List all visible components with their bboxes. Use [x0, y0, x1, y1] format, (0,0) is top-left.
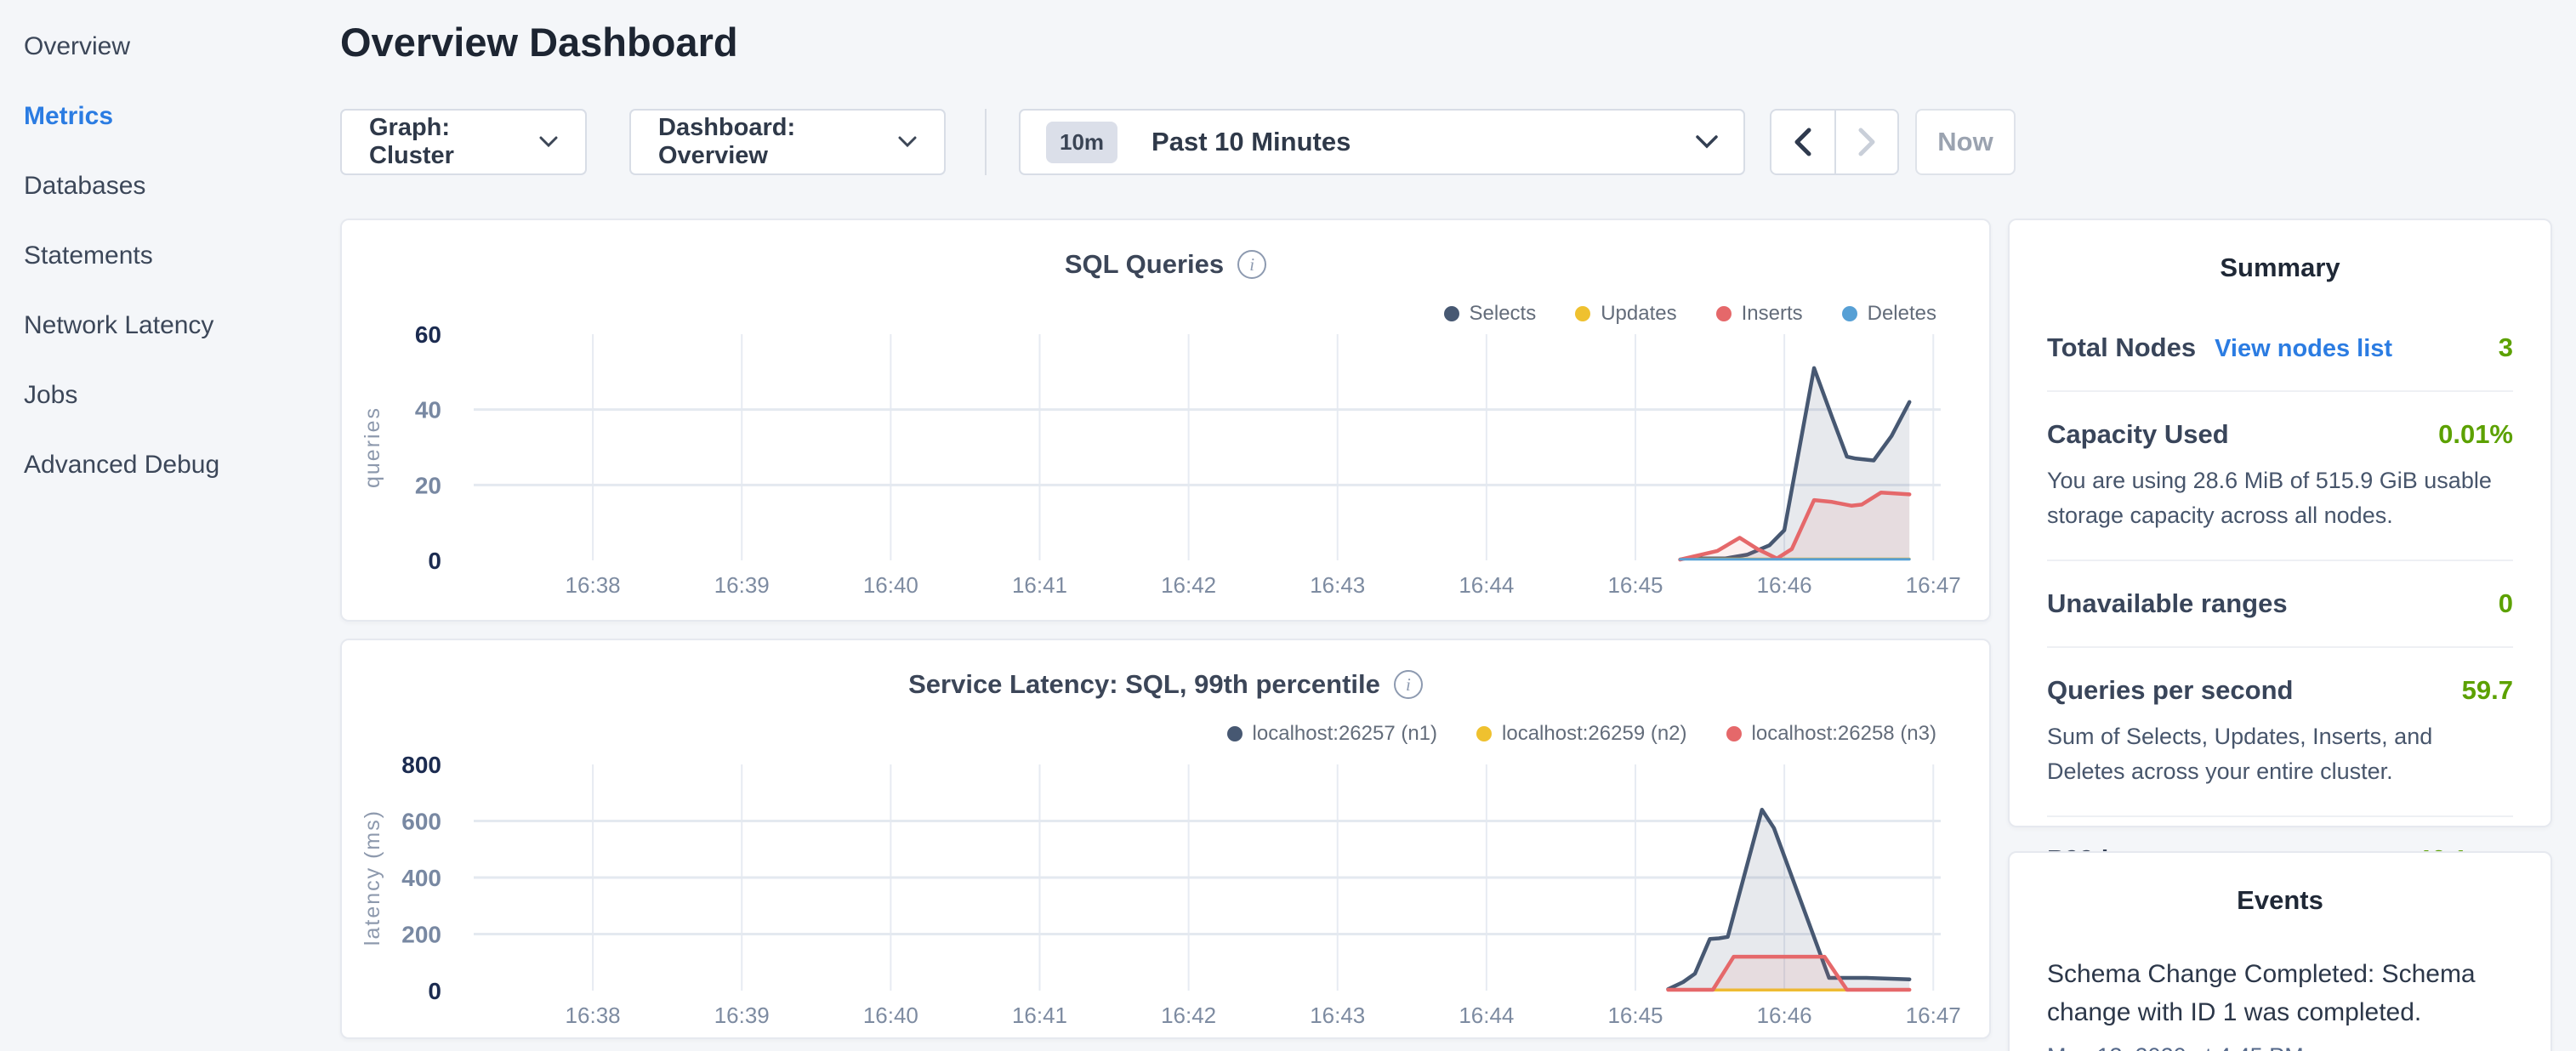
svg-text:16:42: 16:42 — [1161, 1003, 1216, 1028]
sidebar-item-network-latency[interactable]: Network Latency — [24, 291, 337, 361]
svg-text:16:45: 16:45 — [1607, 572, 1663, 598]
svg-text:16:47: 16:47 — [1906, 1003, 1961, 1028]
time-step-buttons — [1770, 109, 1899, 175]
chevron-down-icon — [898, 136, 917, 148]
svg-text:16:45: 16:45 — [1607, 1003, 1663, 1028]
chart-legend: localhost:26257 (n1) localhost:26259 (n2)… — [1227, 722, 1936, 746]
next-time-button[interactable] — [1834, 111, 1897, 173]
svg-text:16:40: 16:40 — [863, 1003, 918, 1028]
legend-dot-icon — [1726, 726, 1742, 741]
chart-title: Service Latency: SQL, 99th percentile — [908, 669, 1380, 700]
qps-description: Sum of Selects, Updates, Inserts, and De… — [2047, 719, 2513, 788]
legend-dot-icon — [1476, 726, 1492, 741]
svg-text:16:41: 16:41 — [1012, 1003, 1067, 1028]
sidebar-item-databases[interactable]: Databases — [24, 151, 337, 221]
event-timestamp: May 13, 2020 at 4:45 PM — [2047, 1043, 2513, 1051]
svg-text:400: 400 — [401, 865, 441, 891]
svg-text:16:44: 16:44 — [1459, 1003, 1514, 1028]
svg-text:40: 40 — [415, 397, 441, 423]
total-nodes-value: 3 — [2499, 332, 2513, 363]
svg-text:0: 0 — [428, 548, 441, 574]
svg-text:16:42: 16:42 — [1161, 572, 1216, 598]
svg-text:16:46: 16:46 — [1757, 1003, 1812, 1028]
qps-value: 59.7 — [2462, 675, 2513, 706]
sidebar-item-metrics[interactable]: Metrics — [24, 82, 337, 151]
sql-queries-chart[interactable]: 16:38 16:39 16:40 16:41 16:42 16:43 16:44 16:45… — [342, 322, 1993, 616]
controls-bar: Graph: Cluster Dashboard: Overview 10m P… — [340, 109, 2016, 175]
unavailable-ranges-label: Unavailable ranges — [2047, 588, 2288, 619]
svg-text:queries: queries — [361, 406, 384, 488]
graph-dropdown[interactable]: Graph: Cluster — [340, 109, 587, 175]
svg-text:16:39: 16:39 — [714, 1003, 770, 1028]
legend-dot-icon — [1842, 306, 1857, 321]
svg-text:600: 600 — [401, 809, 441, 835]
svg-text:16:47: 16:47 — [1906, 572, 1961, 598]
legend-dot-icon — [1444, 306, 1459, 321]
svg-text:16:39: 16:39 — [714, 572, 770, 598]
svg-text:0: 0 — [428, 978, 441, 1004]
legend-item: localhost:26259 (n2) — [1476, 722, 1686, 746]
sidebar-item-advanced-debug[interactable]: Advanced Debug — [24, 430, 337, 500]
svg-text:16:46: 16:46 — [1757, 572, 1812, 598]
legend-item: localhost:26258 (n3) — [1726, 722, 1936, 746]
service-latency-card: Service Latency: SQL, 99th percentile i … — [340, 639, 1991, 1039]
unavailable-ranges-value: 0 — [2499, 588, 2513, 619]
summary-row-capacity: Capacity Used 0.01% You are using 28.6 M… — [2047, 392, 2513, 561]
svg-text:16:43: 16:43 — [1310, 572, 1365, 598]
svg-text:16:40: 16:40 — [863, 572, 918, 598]
svg-text:16:41: 16:41 — [1012, 572, 1067, 598]
legend-dot-icon — [1716, 306, 1732, 321]
page-title: Overview Dashboard — [340, 19, 738, 65]
prev-time-button[interactable] — [1771, 111, 1834, 173]
svg-text:latency (ms): latency (ms) — [361, 810, 384, 946]
service-latency-chart[interactable]: 16:38 16:39 16:40 16:41 16:42 16:43 16:44 16:45… — [342, 753, 1993, 1046]
events-panel: Events Schema Change Completed: Schema c… — [2008, 851, 2552, 1051]
info-icon[interactable]: i — [1237, 250, 1266, 279]
event-text: Schema Change Completed: Schema change w… — [2047, 955, 2513, 1031]
qps-label: Queries per second — [2047, 675, 2293, 706]
legend-dot-icon — [1575, 306, 1590, 321]
events-title: Events — [2010, 885, 2550, 916]
sidebar: Overview Metrics Databases Statements Ne… — [0, 0, 337, 500]
total-nodes-label: Total Nodes — [2047, 332, 2196, 363]
chart-title: SQL Queries — [1065, 249, 1224, 280]
event-list-item[interactable]: Schema Change Completed: Schema change w… — [2010, 955, 2550, 1051]
sidebar-item-jobs[interactable]: Jobs — [24, 361, 337, 430]
info-icon[interactable]: i — [1394, 670, 1423, 699]
time-range-label: Past 10 Minutes — [1152, 127, 1351, 157]
sql-queries-card: SQL Queries i SelectsUpdatesInsertsDelet… — [340, 219, 1991, 622]
main-content: Overview Dashboard Graph: Cluster Dashbo… — [340, 0, 1991, 1051]
svg-text:16:44: 16:44 — [1459, 572, 1514, 598]
view-nodes-list-link[interactable]: View nodes list — [2215, 335, 2392, 363]
summary-title: Summary — [2010, 253, 2550, 283]
capacity-used-value: 0.01% — [2438, 419, 2513, 450]
dashboard-dropdown[interactable]: Dashboard: Overview — [629, 109, 946, 175]
legend-item: localhost:26257 (n1) — [1227, 722, 1437, 746]
svg-text:16:38: 16:38 — [566, 572, 621, 598]
time-range-badge: 10m — [1046, 122, 1117, 163]
capacity-used-label: Capacity Used — [2047, 419, 2229, 450]
time-range-dropdown[interactable]: 10m Past 10 Minutes — [1019, 109, 1745, 175]
svg-text:200: 200 — [401, 922, 441, 948]
summary-row-total-nodes: Total Nodes View nodes list 3 — [2047, 305, 2513, 392]
summary-row-qps: Queries per second 59.7 Sum of Selects, … — [2047, 648, 2513, 817]
svg-text:16:43: 16:43 — [1310, 1003, 1365, 1028]
svg-text:800: 800 — [401, 753, 441, 778]
now-button[interactable]: Now — [1915, 109, 2016, 175]
chevron-down-icon — [1696, 135, 1718, 149]
svg-text:16:38: 16:38 — [566, 1003, 621, 1028]
svg-text:60: 60 — [415, 322, 441, 348]
chevron-down-icon — [539, 136, 558, 148]
svg-text:20: 20 — [415, 472, 441, 498]
sidebar-item-statements[interactable]: Statements — [24, 221, 337, 291]
graph-dropdown-label: Graph: Cluster — [369, 114, 519, 170]
summary-panel: Summary Total Nodes View nodes list 3 Ca… — [2008, 219, 2552, 827]
sidebar-item-overview[interactable]: Overview — [24, 12, 337, 82]
capacity-used-description: You are using 28.6 MiB of 515.9 GiB usab… — [2047, 463, 2513, 532]
controls-divider — [985, 109, 987, 175]
legend-dot-icon — [1227, 726, 1243, 741]
dashboard-dropdown-label: Dashboard: Overview — [658, 114, 878, 170]
summary-row-unavailable-ranges: Unavailable ranges 0 — [2047, 561, 2513, 648]
